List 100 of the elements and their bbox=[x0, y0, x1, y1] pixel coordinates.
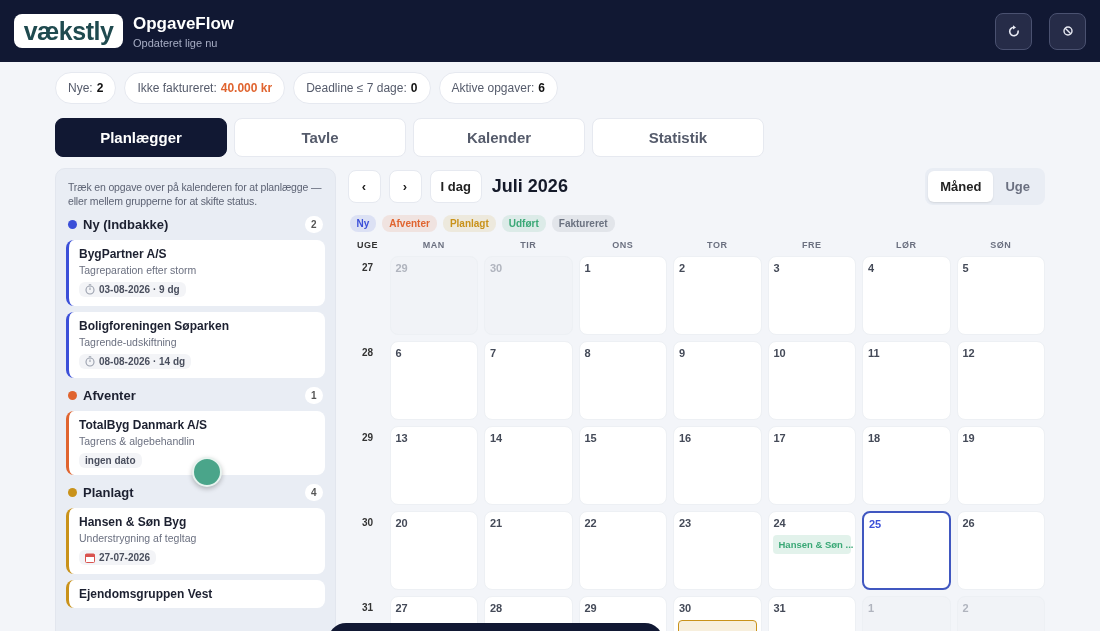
day-number: 6 bbox=[395, 347, 403, 359]
task-card[interactable]: Hansen & Søn Byg Understrygning af tegltag 27-07-2026 bbox=[66, 508, 325, 574]
day-cell[interactable]: 9 bbox=[673, 341, 762, 420]
day-cell[interactable]: 6 bbox=[389, 341, 478, 420]
task-card[interactable]: Boligforeningen Søparken Tagrende-udskiftning 08-08-2026 · 14 dg bbox=[66, 312, 325, 378]
column-header: TOR bbox=[706, 240, 729, 250]
day-number: 14 bbox=[490, 432, 504, 444]
column-header: TIR bbox=[519, 240, 538, 250]
group-title: Afventer bbox=[83, 388, 137, 403]
day-number: 9 bbox=[679, 347, 687, 359]
date-tag: ingen dato bbox=[79, 453, 142, 468]
week-number: 27 bbox=[360, 261, 375, 275]
day-cell[interactable]: 3 bbox=[767, 256, 856, 335]
day-number: 27 bbox=[395, 602, 409, 614]
refresh-button[interactable] bbox=[995, 12, 1032, 50]
tab[interactable]: Tavle bbox=[234, 118, 406, 157]
column-header: UGE bbox=[356, 240, 379, 250]
day-cell[interactable]: 26 bbox=[956, 511, 1045, 590]
legend-tag: Ny bbox=[349, 215, 377, 232]
day-number: 30 bbox=[490, 262, 504, 274]
day-number: 17 bbox=[773, 432, 787, 444]
day-cell[interactable]: 30 bbox=[673, 596, 762, 631]
view-toggle[interactable]: Uge bbox=[993, 171, 1042, 202]
date-tag: 27-07-2026 bbox=[79, 550, 157, 565]
day-cell[interactable]: 23 bbox=[673, 511, 762, 590]
day-cell[interactable]: 11 bbox=[862, 341, 951, 420]
day-cell[interactable]: 24 Hansen & Søn ... bbox=[767, 511, 856, 590]
prohibited-icon bbox=[1062, 26, 1073, 36]
day-cell[interactable]: 15 bbox=[578, 426, 667, 505]
next-button[interactable]: › bbox=[388, 170, 422, 203]
day-number: 11 bbox=[868, 347, 881, 359]
count-badge: 1 bbox=[304, 387, 323, 404]
week-number: 30 bbox=[360, 516, 375, 530]
stat-chip: Ikke faktureret: 40.000 kr bbox=[124, 72, 286, 104]
day-number: 10 bbox=[773, 347, 787, 359]
column-header: FRE bbox=[801, 240, 823, 250]
day-number: 20 bbox=[395, 517, 409, 529]
refresh-icon bbox=[1007, 24, 1020, 38]
week-number: 31 bbox=[360, 601, 375, 615]
day-number: 5 bbox=[962, 262, 970, 274]
column-header: ONS bbox=[611, 240, 635, 250]
view-toggle[interactable]: Måned bbox=[928, 171, 994, 202]
stat-chip: Nye: 2 bbox=[55, 72, 117, 104]
stat-chip: Aktive opgaver: 6 bbox=[438, 72, 558, 104]
group-title: Planlagt bbox=[83, 485, 135, 500]
day-cell[interactable]: 14 bbox=[484, 426, 573, 505]
day-cell[interactable]: 13 bbox=[389, 426, 478, 505]
group-title: Ny (Indbakke) bbox=[83, 217, 170, 232]
column-header: MAN bbox=[421, 240, 446, 250]
legend-tag: Planlagt bbox=[442, 215, 496, 232]
day-number: 7 bbox=[490, 347, 498, 359]
client-name: Boligforeningen Søparken bbox=[79, 319, 230, 333]
day-cell[interactable]: 1 bbox=[578, 256, 667, 335]
block-button[interactable] bbox=[1049, 12, 1086, 50]
legend-tag: Afventer bbox=[382, 215, 437, 232]
client-name: Ejendomsgruppen Vest bbox=[79, 586, 214, 601]
day-number: 21 bbox=[490, 517, 504, 529]
day-cell[interactable]: 4 bbox=[862, 256, 951, 335]
day-number: 2 bbox=[962, 602, 970, 614]
task-card[interactable]: TotalByg Danmark A/S Tagrens & algebehandlin ingen dato bbox=[66, 411, 325, 475]
day-cell[interactable]: 10 bbox=[767, 341, 856, 420]
day-number: 12 bbox=[962, 347, 976, 359]
client-name: TotalByg Danmark A/S bbox=[79, 418, 209, 432]
previous-button[interactable]: ‹ bbox=[347, 170, 381, 203]
day-number: 24 bbox=[773, 517, 787, 529]
day-number: 29 bbox=[395, 262, 409, 274]
day-number: 15 bbox=[584, 432, 598, 444]
day-cell[interactable]: 17 bbox=[767, 426, 856, 505]
tab[interactable]: Kalender bbox=[413, 118, 585, 157]
day-number: 3 bbox=[773, 262, 781, 274]
day-cell[interactable]: 19 bbox=[956, 426, 1045, 505]
day-cell[interactable]: 7 bbox=[484, 341, 573, 420]
today-button[interactable]: I dag bbox=[429, 170, 482, 203]
task-card[interactable]: Ejendomsgruppen Vest bbox=[66, 579, 325, 608]
day-cell[interactable]: 25 bbox=[862, 511, 951, 590]
app-title: OpgaveFlow bbox=[133, 13, 236, 34]
hint-text: Træk en opgave over på kalenderen for at planlægge — eller mellem grupperne for at skifte status. bbox=[68, 180, 323, 208]
update-status: Opdateret lige nu bbox=[133, 36, 219, 49]
day-cell[interactable]: 22 bbox=[578, 511, 667, 590]
tab[interactable]: Planlægger bbox=[55, 118, 227, 157]
month-title: Juli 2026 bbox=[491, 176, 569, 197]
day-number: 31 bbox=[773, 602, 787, 614]
tab[interactable]: Statistik bbox=[592, 118, 764, 157]
day-cell[interactable]: 20 bbox=[389, 511, 478, 590]
task-card[interactable]: BygPartner A/S Tagreparation efter storm 03-08-2026 · 9 dg bbox=[66, 240, 325, 306]
task-title: Tagreparation efter storm bbox=[79, 264, 198, 276]
day-cell[interactable]: 18 bbox=[862, 426, 951, 505]
column-header: LØR bbox=[895, 240, 918, 250]
day-number: 23 bbox=[679, 517, 693, 529]
day-number: 26 bbox=[962, 517, 976, 529]
day-cell[interactable]: 16 bbox=[673, 426, 762, 505]
task-title: Understrygning af tegltag bbox=[79, 532, 198, 544]
day-cell[interactable]: 31 bbox=[767, 596, 856, 631]
day-cell[interactable]: 21 bbox=[484, 511, 573, 590]
day-cell[interactable]: 12 bbox=[956, 341, 1045, 420]
day-cell[interactable]: 2 bbox=[673, 256, 762, 335]
column-header: SØN bbox=[989, 240, 1013, 250]
day-cell[interactable]: 5 bbox=[956, 256, 1045, 335]
day-cell[interactable]: 8 bbox=[578, 341, 667, 420]
count-badge: 2 bbox=[304, 216, 323, 233]
